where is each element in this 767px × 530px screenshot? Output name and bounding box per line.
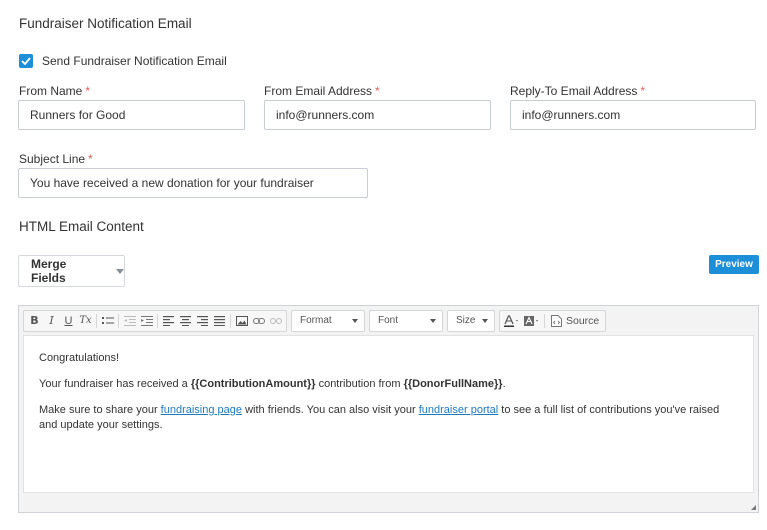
indent-icon — [140, 315, 153, 326]
unlink-button[interactable] — [267, 312, 284, 330]
merge-fields-label: Merge Fields — [31, 257, 67, 285]
clear-format-button[interactable]: Tx — [77, 312, 94, 330]
from-email-input[interactable] — [264, 100, 491, 130]
source-button[interactable]: Source — [547, 314, 603, 327]
send-notification-label: Send Fundraiser Notification Email — [42, 54, 227, 68]
merge-field-donor-full-name: {{DonorFullName}} — [403, 378, 503, 390]
check-icon — [21, 57, 31, 65]
align-center-button[interactable] — [177, 312, 194, 330]
chevron-down-icon — [352, 318, 358, 323]
fundraiser-portal-link[interactable]: fundraiser portal — [419, 404, 499, 416]
html-content-title: HTML Email Content — [19, 219, 144, 234]
from-name-input[interactable] — [18, 100, 245, 130]
editor-content-area[interactable]: Congratulations! Your fundraiser has rec… — [23, 335, 754, 493]
rich-text-editor: B I U Tx Format Font Size Source Congrat… — [18, 305, 759, 513]
insert-image-button[interactable] — [233, 312, 250, 330]
format-select-label: Format — [300, 315, 332, 326]
divider — [157, 313, 158, 328]
subject-line-input[interactable] — [18, 168, 368, 198]
required-marker: * — [375, 84, 380, 98]
preview-button[interactable]: Preview — [709, 255, 759, 274]
text-color-button[interactable] — [502, 312, 522, 330]
source-button-label: Source — [566, 314, 600, 327]
font-select[interactable]: Font — [369, 309, 443, 332]
send-notification-checkbox[interactable] — [19, 54, 33, 68]
merge-fields-dropdown[interactable]: Merge Fields — [18, 255, 125, 287]
divider — [230, 313, 231, 328]
text-color-icon — [504, 314, 518, 327]
email-paragraph-1: Your fundraiser has received a {{Contrib… — [39, 378, 506, 390]
align-right-button[interactable] — [194, 312, 211, 330]
divider — [118, 313, 119, 328]
email-paragraph-2: Make sure to share your fundraising page… — [39, 404, 720, 431]
email-greeting: Congratulations! — [39, 352, 120, 364]
subject-line-label: Subject Line * — [19, 152, 93, 166]
divider — [544, 313, 545, 328]
divider — [96, 313, 97, 328]
chevron-down-icon — [116, 268, 124, 274]
align-center-icon — [180, 315, 191, 326]
link-icon — [252, 317, 265, 324]
reply-to-label: Reply-To Email Address * — [510, 84, 646, 98]
size-select[interactable]: Size — [447, 309, 495, 332]
required-marker: * — [85, 84, 91, 98]
required-marker: * — [640, 84, 646, 98]
text-style-group: B I U Tx — [23, 309, 287, 332]
background-color-button[interactable] — [522, 312, 542, 330]
color-source-group: Source — [499, 309, 607, 332]
chevron-down-icon — [482, 318, 488, 323]
outdent-button[interactable] — [121, 312, 138, 330]
chevron-down-icon — [430, 318, 436, 323]
bulleted-list-button[interactable] — [99, 312, 116, 330]
indent-button[interactable] — [138, 312, 155, 330]
align-right-icon — [197, 315, 208, 326]
image-icon — [235, 315, 248, 326]
insert-link-button[interactable] — [250, 312, 267, 330]
merge-field-contribution-amount: {{ContributionAmount}} — [190, 378, 316, 390]
source-code-icon — [551, 314, 562, 327]
italic-button[interactable]: I — [43, 312, 60, 330]
required-marker: * — [88, 152, 93, 166]
resize-handle[interactable] — [751, 505, 756, 510]
underline-button[interactable]: U — [60, 312, 77, 330]
from-name-label: From Name * — [19, 84, 91, 98]
send-notification-checkbox-row[interactable]: Send Fundraiser Notification Email — [19, 54, 227, 68]
reply-to-input[interactable] — [510, 100, 756, 130]
justify-button[interactable] — [211, 312, 228, 330]
from-email-label: From Email Address * — [264, 84, 380, 98]
size-select-label: Size — [456, 315, 476, 326]
bulleted-list-icon — [101, 316, 114, 324]
outdent-icon — [123, 315, 136, 326]
align-left-button[interactable] — [160, 312, 177, 330]
justify-icon — [214, 315, 225, 326]
unlink-icon — [269, 317, 282, 324]
editor-toolbar: B I U Tx Format Font Size Source — [19, 306, 758, 335]
fundraising-page-link[interactable]: fundraising page — [161, 404, 242, 416]
bold-button[interactable]: B — [26, 312, 43, 330]
align-left-icon — [163, 315, 174, 326]
background-color-icon — [524, 315, 538, 326]
font-select-label: Font — [378, 315, 399, 326]
format-select[interactable]: Format — [291, 309, 365, 332]
section-title: Fundraiser Notification Email — [19, 16, 192, 31]
